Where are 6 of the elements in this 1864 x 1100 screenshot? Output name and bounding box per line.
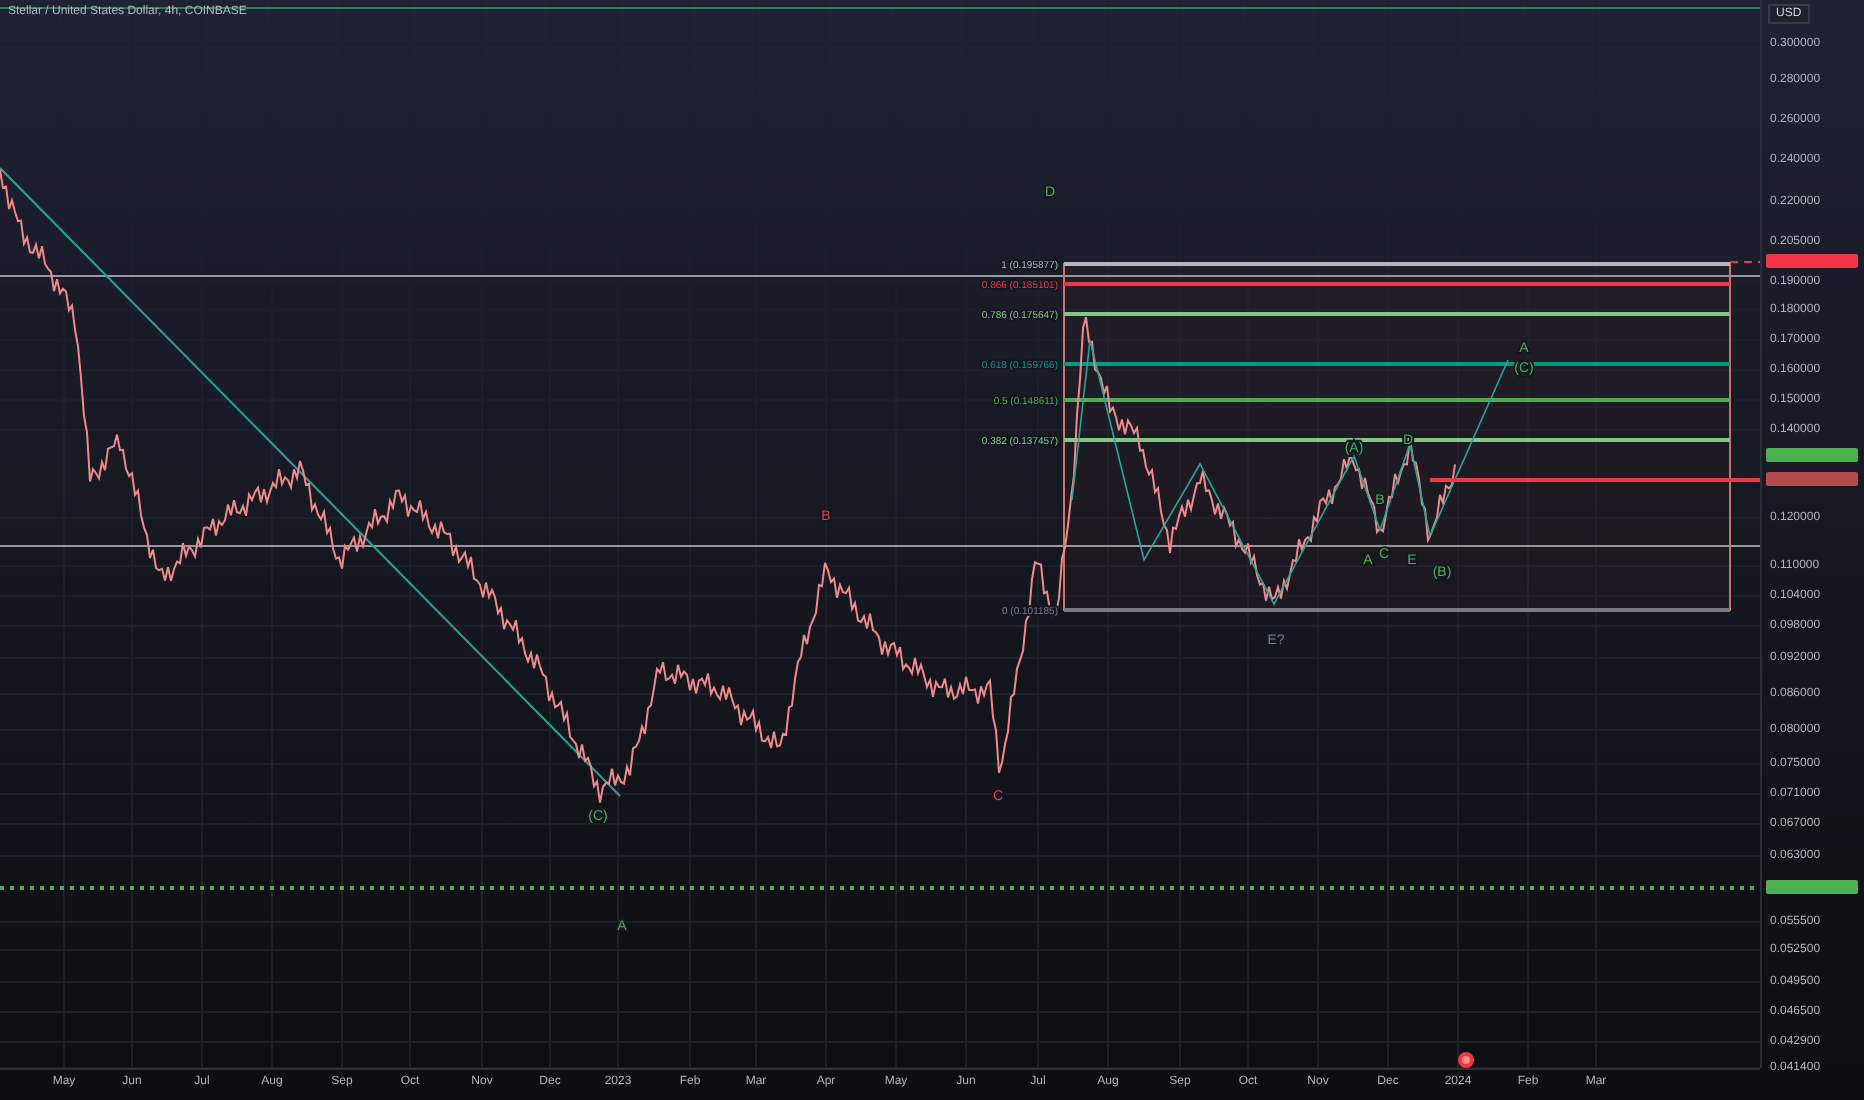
- dashed-horizontal-line: [1729, 261, 1760, 263]
- price-marker: [1766, 254, 1858, 268]
- price-marker: [1766, 448, 1858, 462]
- logo-icon[interactable]: [1458, 1052, 1474, 1068]
- price-marker: [1766, 880, 1858, 894]
- price-marker: [1766, 472, 1858, 486]
